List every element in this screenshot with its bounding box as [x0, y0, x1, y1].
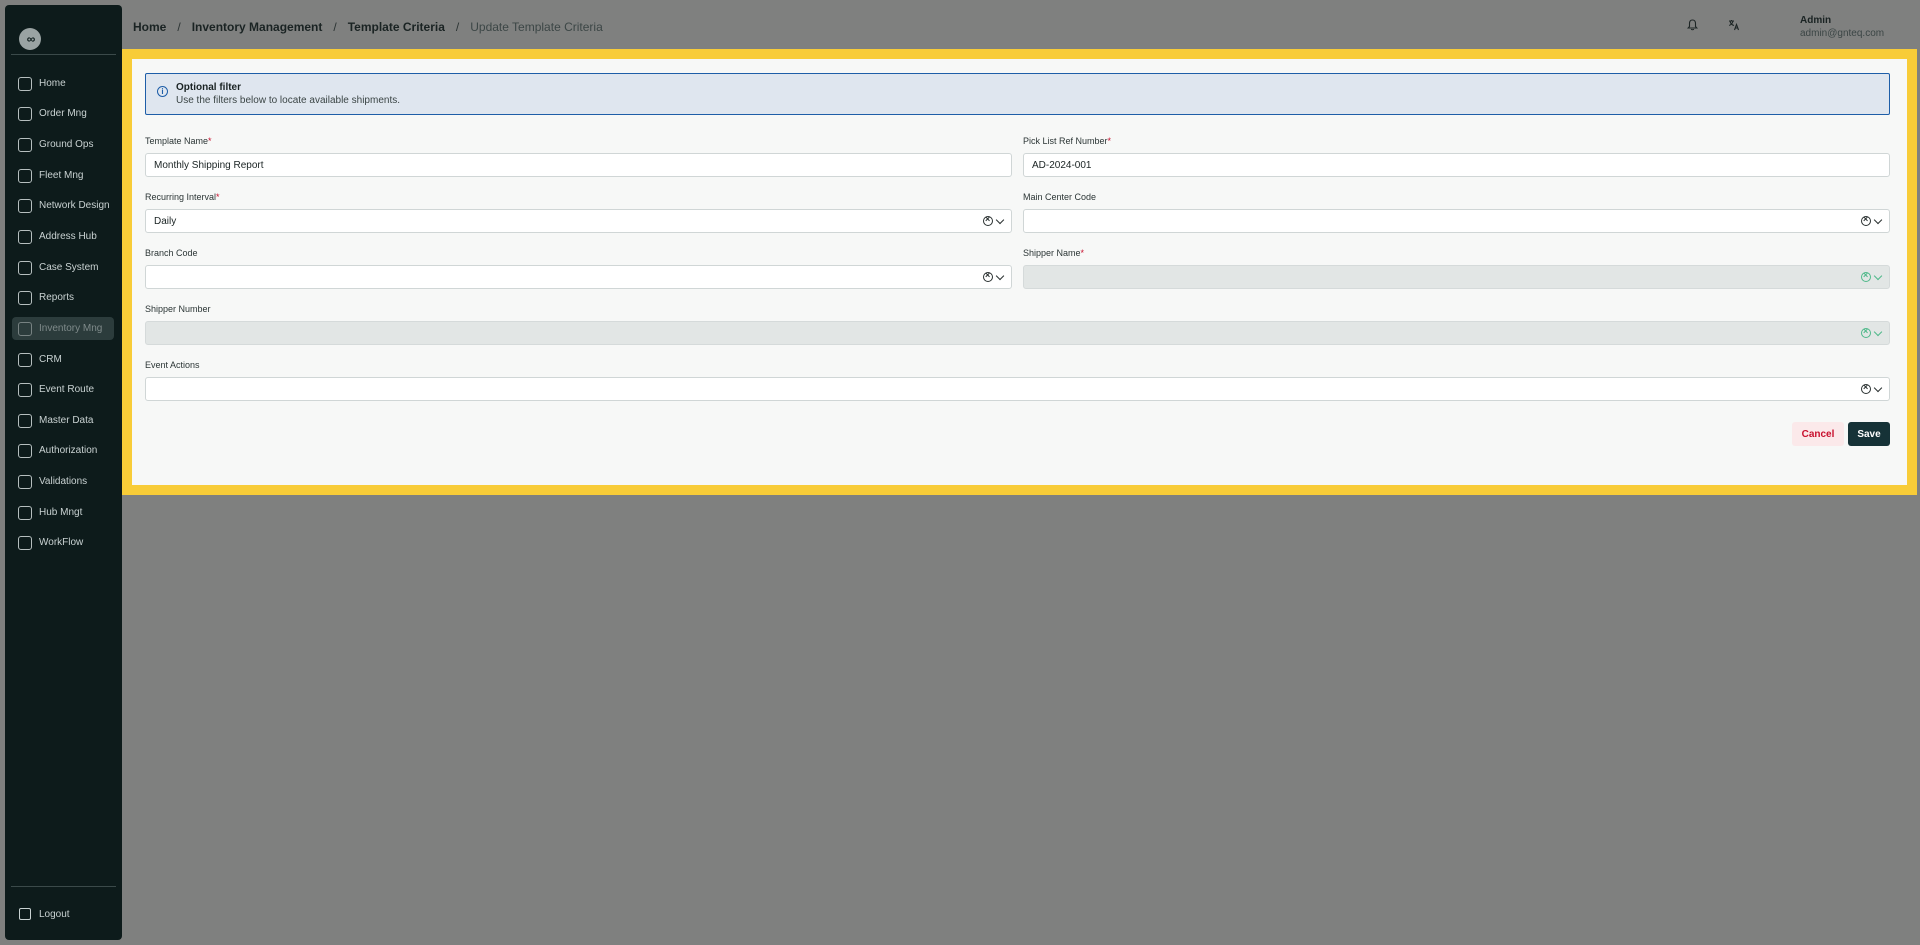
sidebar-item-address-hub[interactable]: Address Hub	[12, 225, 114, 248]
hub-icon	[18, 505, 32, 520]
info-icon: i	[157, 86, 168, 97]
update-template-criteria-form: i Optional filter Use the filters below …	[132, 59, 1907, 485]
template-name-field[interactable]	[145, 153, 1012, 177]
breadcrumb-separator: /	[333, 20, 337, 34]
database-icon	[18, 413, 32, 428]
pick-list-input[interactable]	[1032, 159, 1889, 171]
template-name-input[interactable]	[154, 159, 1011, 171]
sidebar-item-home[interactable]: Home	[12, 72, 114, 95]
validation-icon	[18, 474, 32, 489]
branch-code-label: Branch Code	[145, 248, 198, 258]
sidebar-item-fleet-mng[interactable]: Fleet Mng	[12, 164, 114, 187]
language-button[interactable]	[1724, 15, 1744, 35]
sidebar-item-crm[interactable]: CRM	[12, 348, 114, 371]
logout-button[interactable]: Logout	[19, 908, 70, 920]
info-text: Use the filters below to locate availabl…	[176, 95, 401, 106]
chevron-down-icon[interactable]	[1873, 383, 1883, 392]
chevron-down-icon	[1873, 271, 1883, 280]
sidebar-item-ground-ops[interactable]: Ground Ops	[12, 133, 114, 156]
save-button[interactable]: Save	[1848, 422, 1890, 446]
recurring-interval-select[interactable]: Daily	[145, 209, 1012, 233]
workflow-icon	[18, 535, 32, 550]
sidebar-item-validations[interactable]: Validations	[12, 470, 114, 493]
network-icon	[18, 198, 32, 213]
pick-list-field[interactable]	[1023, 153, 1890, 177]
breadcrumb-separator: /	[177, 20, 181, 34]
clear-icon[interactable]	[1861, 214, 1871, 226]
truck-icon	[18, 168, 32, 183]
modal-highlight-frame: i Optional filter Use the filters below …	[122, 49, 1917, 495]
sidebar: ∞ Home Order Mng Ground Ops Fleet Mng Ne…	[5, 5, 122, 940]
pick-list-label: Pick List Ref Number*	[1023, 136, 1112, 146]
clear-icon	[1861, 270, 1871, 282]
breadcrumb-template-criteria[interactable]: Template Criteria	[348, 20, 445, 34]
main-center-code-select[interactable]	[1023, 209, 1890, 233]
route-icon	[18, 382, 32, 397]
main-center-code-label: Main Center Code	[1023, 192, 1097, 202]
users-icon	[18, 443, 32, 458]
template-name-label: Template Name*	[145, 136, 212, 146]
clear-icon[interactable]	[1861, 382, 1871, 394]
info-alert: i Optional filter Use the filters below …	[145, 73, 1890, 115]
case-icon	[18, 260, 32, 275]
app-logo[interactable]: ∞	[19, 28, 41, 50]
order-icon	[18, 106, 32, 121]
event-actions-select[interactable]	[145, 377, 1890, 401]
address-icon	[18, 229, 32, 244]
event-actions-label: Event Actions	[145, 360, 200, 370]
breadcrumb-home[interactable]: Home	[133, 20, 166, 34]
notification-button[interactable]	[1682, 15, 1702, 35]
shipper-number-label: Shipper Number	[145, 304, 211, 314]
sidebar-item-master-data[interactable]: Master Data	[12, 409, 114, 432]
chevron-down-icon[interactable]	[995, 271, 1005, 280]
breadcrumb-current: Update Template Criteria	[470, 20, 603, 34]
recurring-interval-label: Recurring Interval*	[145, 192, 220, 202]
sidebar-item-order-mng[interactable]: Order Mng	[12, 102, 114, 125]
sidebar-item-event-route[interactable]: Event Route	[12, 378, 114, 401]
user-menu[interactable]: Admin admin@gnteq.com	[1800, 14, 1884, 40]
sidebar-item-inventory-mng[interactable]: Inventory Mng	[12, 317, 114, 340]
chevron-down-icon[interactable]	[1873, 215, 1883, 224]
shipper-name-select	[1023, 265, 1890, 289]
sidebar-item-case-system[interactable]: Case System	[12, 256, 114, 279]
translate-icon	[1728, 20, 1740, 31]
recurring-interval-value: Daily	[154, 215, 177, 227]
clear-icon	[1861, 326, 1871, 338]
breadcrumb-separator: /	[455, 20, 460, 34]
breadcrumb-inventory-management[interactable]: Inventory Management	[192, 20, 323, 34]
clear-icon[interactable]	[983, 270, 993, 282]
user-email: admin@gnteq.com	[1800, 28, 1885, 39]
home-icon	[18, 76, 32, 91]
sidebar-item-authorization[interactable]: Authorization	[12, 439, 114, 462]
chevron-down-icon[interactable]	[995, 215, 1005, 224]
shipper-number-select	[145, 321, 1890, 345]
sidebar-divider	[11, 54, 116, 55]
sidebar-item-hub-mngt[interactable]: Hub Mngt	[12, 501, 114, 524]
sidebar-divider	[11, 886, 116, 887]
bell-icon	[1686, 19, 1698, 31]
inventory-icon	[18, 321, 32, 336]
chevron-down-icon	[1873, 327, 1883, 336]
shipper-name-label: Shipper Name*	[1023, 248, 1085, 258]
sidebar-item-network-design[interactable]: Network Design	[12, 194, 114, 217]
crm-icon	[18, 352, 32, 367]
user-name: Admin	[1800, 15, 1832, 26]
branch-code-select[interactable]	[145, 265, 1012, 289]
reports-icon	[18, 290, 32, 305]
cancel-button[interactable]: Cancel	[1792, 422, 1844, 446]
breadcrumb: Home / Inventory Management / Template C…	[133, 20, 603, 34]
logout-icon	[19, 908, 31, 920]
ground-ops-icon	[18, 137, 32, 152]
info-title: Optional filter	[176, 82, 241, 93]
sidebar-item-reports[interactable]: Reports	[12, 286, 114, 309]
sidebar-item-workflow[interactable]: WorkFlow	[12, 531, 114, 554]
clear-icon[interactable]	[983, 214, 993, 226]
